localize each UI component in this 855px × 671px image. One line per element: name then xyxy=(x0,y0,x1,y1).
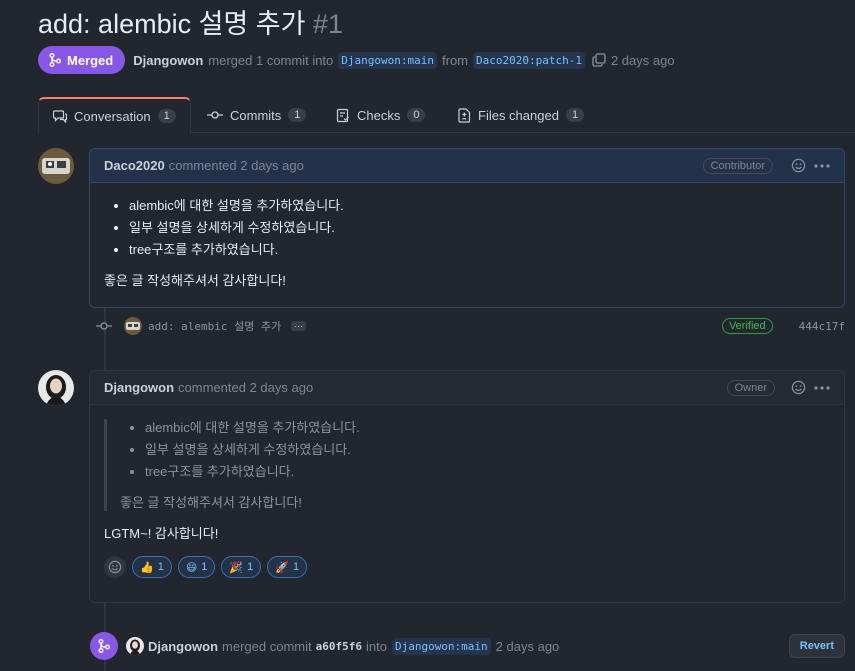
tab-commits[interactable]: Commits 1 xyxy=(207,97,307,133)
comment-author[interactable]: Daco2020 xyxy=(104,158,165,173)
smile-icon: 😄 xyxy=(185,561,198,574)
commit-row: add: alembic 설명 추가 ··· Verified 444c17f xyxy=(96,316,845,336)
role-badge: Contributor xyxy=(702,157,773,174)
reaction-count: 1 xyxy=(292,561,300,573)
comment-timestamp[interactable]: commented 2 days ago xyxy=(178,380,313,395)
comment-body: alembic에 대한 설명을 추가하였습니다. 일부 설명을 상세하게 수정하… xyxy=(90,405,844,592)
kebab-menu-icon[interactable] xyxy=(814,385,830,390)
reaction-smile[interactable]: 😄 1 xyxy=(177,556,216,578)
rocket-icon: 🚀 xyxy=(275,561,289,574)
merge-text: merged 1 commit into xyxy=(208,52,334,68)
conversation-icon xyxy=(53,110,67,123)
tab-count: 1 xyxy=(565,108,585,122)
comment-timestamp[interactable]: commented 2 days ago xyxy=(169,158,304,173)
merge-icon xyxy=(90,632,118,660)
merged-by-link[interactable]: Djangowon xyxy=(133,53,203,68)
comment-card: Daco2020 commented 2 days ago Contributo… xyxy=(89,148,845,308)
tab-count: 0 xyxy=(407,108,426,122)
tab-checks[interactable]: Checks 0 xyxy=(336,97,426,133)
smiley-icon[interactable] xyxy=(791,158,806,173)
base-branch[interactable]: Djangowon:main xyxy=(338,51,437,69)
list-item: alembic에 대한 설명을 추가하였습니다. xyxy=(129,197,830,214)
tab-label: Files changed xyxy=(478,107,559,123)
list-item: alembic에 대한 설명을 추가하였습니다. xyxy=(145,419,830,436)
reaction-tada[interactable]: 🎉 1 xyxy=(221,556,262,578)
reaction-count: 1 xyxy=(157,561,164,573)
reaction-count: 1 xyxy=(201,561,208,573)
kebab-menu-icon[interactable] xyxy=(814,163,830,168)
role-badge: Owner xyxy=(726,379,775,396)
list-item: 일부 설명을 상세하게 수정하였습니다. xyxy=(145,441,830,458)
head-branch[interactable]: Daco2020:patch-1 xyxy=(473,51,585,69)
merge-target-branch[interactable]: Djangowon:main xyxy=(391,637,491,655)
list-item: tree구조를 추가하였습니다. xyxy=(129,241,830,258)
revert-button[interactable]: Revert xyxy=(788,634,845,658)
merge-icon xyxy=(49,53,61,67)
avatar[interactable] xyxy=(124,317,142,335)
pr-number: #1 xyxy=(312,9,344,39)
reaction-count: 1 xyxy=(247,561,254,573)
copy-icon[interactable] xyxy=(592,53,606,67)
into-text: into xyxy=(365,638,387,654)
file-diff-icon xyxy=(458,107,471,123)
comment-text: LGTM~! 감사합니다! xyxy=(104,526,219,541)
checklist-icon xyxy=(336,108,349,122)
smiley-icon[interactable] xyxy=(791,380,806,395)
tab-files-changed[interactable]: Files changed 1 xyxy=(458,97,585,133)
tab-label: Conversation xyxy=(74,108,151,124)
comment-author[interactable]: Djangowon xyxy=(104,380,174,395)
thumbs-up-icon: 👍 xyxy=(140,561,154,574)
comment-card: Djangowon commented 2 days ago Owner ale… xyxy=(89,370,845,603)
status-label: Merged xyxy=(67,52,114,68)
merge-event: Djangowon merged commit a60f5f6 into Dja… xyxy=(90,632,845,660)
commit-icon xyxy=(96,322,112,330)
pr-title-text: add: alembic 설명 추가 xyxy=(38,9,306,39)
pr-title: add: alembic 설명 추가 #1 xyxy=(38,2,343,41)
comment-header: Daco2020 commented 2 days ago Contributo… xyxy=(90,149,844,183)
comment-header: Djangowon commented 2 days ago Owner xyxy=(90,371,844,405)
reactions-bar: 👍 1 😄 1 🎉 1 🚀 1 xyxy=(104,556,830,578)
smiley-icon xyxy=(108,560,122,574)
avatar[interactable] xyxy=(38,370,74,406)
merge-commit-sha[interactable]: a60f5f6 xyxy=(316,640,362,653)
verified-badge[interactable]: Verified xyxy=(721,318,773,334)
merge-time[interactable]: 2 days ago xyxy=(496,639,560,654)
merge-user-link[interactable]: Djangowon xyxy=(148,639,218,654)
avatar[interactable] xyxy=(38,148,74,184)
comment-body: alembic에 대한 설명을 추가하였습니다. 일부 설명을 상세하게 수정하… xyxy=(90,183,844,303)
add-reaction-button[interactable] xyxy=(104,556,126,578)
reaction-thumbs-up[interactable]: 👍 1 xyxy=(132,556,172,578)
tada-icon: 🎉 xyxy=(229,561,244,574)
pr-time: 2 days ago xyxy=(610,52,675,68)
merge-text: merged commit xyxy=(222,638,312,654)
commit-sha[interactable]: 444c17f xyxy=(799,320,845,333)
expand-commit-button[interactable]: ··· xyxy=(291,321,307,331)
tab-count: 1 xyxy=(288,108,307,122)
pr-meta: Merged Djangowon merged 1 commit into Dj… xyxy=(38,46,675,74)
tab-count: 1 xyxy=(157,109,176,123)
status-badge: Merged xyxy=(38,46,126,74)
blockquote: alembic에 대한 설명을 추가하였습니다. 일부 설명을 상세하게 수정하… xyxy=(104,419,830,511)
tab-label: Commits xyxy=(230,107,282,123)
from-text: from xyxy=(442,52,468,68)
list-item: tree구조를 추가하였습니다. xyxy=(145,463,830,480)
list-item: 일부 설명을 상세하게 수정하였습니다. xyxy=(129,219,830,236)
quote-text: 좋은 글 작성해주셔서 감사합니다! xyxy=(120,495,302,510)
commit-icon xyxy=(207,111,223,119)
avatar[interactable] xyxy=(126,637,144,655)
tab-label: Checks xyxy=(357,107,401,123)
pr-tabs: Conversation 1 Commits 1 Checks 0 Files … xyxy=(38,97,855,134)
reaction-rocket[interactable]: 🚀 1 xyxy=(267,556,308,578)
comment-text: 좋은 글 작성해주셔서 감사합니다! xyxy=(104,273,286,288)
tab-conversation[interactable]: Conversation 1 xyxy=(38,97,191,134)
commit-message[interactable]: add: alembic 설명 추가 xyxy=(148,318,281,334)
